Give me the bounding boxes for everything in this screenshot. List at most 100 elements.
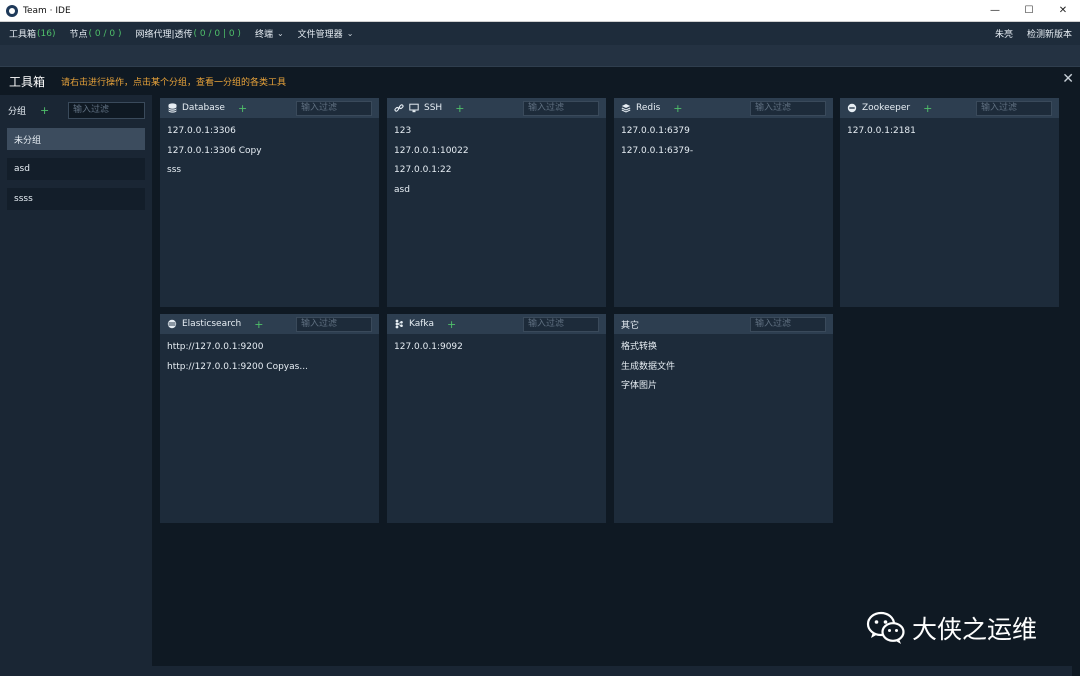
kafka-filter-input[interactable] — [523, 316, 599, 332]
redis-filter-input[interactable] — [750, 100, 826, 116]
list-item[interactable]: http://127.0.0.1:9200 Copyas... — [167, 361, 372, 381]
group-label: 分组 — [8, 106, 27, 117]
panel-title: Kafka — [409, 319, 434, 329]
watermark-text: 大侠之运维 — [912, 615, 1038, 644]
panel-database: Database + 127.0.0.1:3306 127.0.0.1:3306… — [160, 98, 379, 307]
menu-toolbox[interactable]: 工具箱 (16) — [9, 27, 56, 41]
panel-title: Zookeeper — [862, 103, 911, 113]
panel-header: SSH + — [387, 98, 606, 118]
list-item[interactable]: 生成数据文件 — [621, 361, 826, 381]
list-item[interactable]: 127.0.0.1:10022 — [394, 145, 599, 165]
add-kafka-button[interactable]: + — [447, 318, 456, 331]
add-zookeeper-button[interactable]: + — [923, 102, 932, 115]
window-titlebar: Team · IDE — ☐ ✕ — [0, 0, 1080, 22]
panel-kafka: Kafka + 127.0.0.1:9092 — [387, 314, 606, 523]
list-item[interactable]: 127.0.0.1:3306 — [167, 125, 372, 145]
menu-toolbox-label: 工具箱 — [9, 30, 37, 40]
panel-header: Database + — [160, 98, 379, 118]
list-item[interactable]: 127.0.0.1:9092 — [394, 341, 599, 361]
add-redis-button[interactable]: + — [673, 102, 682, 115]
list-item[interactable]: 127.0.0.1:22 — [394, 164, 599, 184]
list-item[interactable]: 123 — [394, 125, 599, 145]
database-filter-input[interactable] — [296, 100, 372, 116]
monitor-icon — [409, 103, 419, 113]
add-database-button[interactable]: + — [238, 102, 247, 115]
layers-icon — [621, 103, 631, 113]
add-elasticsearch-button[interactable]: + — [254, 318, 263, 331]
menu-nodes-count: ( 0 / 0 ) — [88, 28, 122, 39]
bottom-scrollbar[interactable] — [152, 666, 1072, 676]
kafka-icon — [394, 319, 404, 329]
list-item[interactable]: 字体图片 — [621, 380, 826, 400]
wechat-icon — [866, 611, 906, 645]
menu-terminal[interactable]: 终端 ⌄ — [255, 27, 284, 40]
check-update-button[interactable]: 检测新版本 — [1027, 27, 1072, 40]
menu-terminal-label: 终端 — [254, 30, 273, 40]
add-group-button[interactable]: + — [40, 104, 49, 117]
menu-nodes-label: 节点 — [69, 30, 88, 40]
menu-file-manager[interactable]: 文件管理器 ⌄ — [298, 27, 354, 40]
panel-other: 其它 格式转换 生成数据文件 字体图片 — [614, 314, 833, 523]
panel-title: Redis — [636, 103, 661, 113]
menu-nodes[interactable]: 节点 ( 0 / 0 ) — [69, 27, 122, 41]
toolbox-title: 工具箱 — [9, 74, 46, 89]
group-item-ssss[interactable]: ssss — [7, 188, 145, 210]
close-icon[interactable]: ✕ — [1062, 71, 1074, 87]
panel-header: Kafka + — [387, 314, 606, 334]
elasticsearch-icon — [167, 319, 177, 329]
elasticsearch-filter-input[interactable] — [296, 316, 372, 332]
menu-file-manager-label: 文件管理器 — [297, 30, 343, 40]
link-icon — [394, 103, 404, 113]
group-header: 分组 + — [7, 100, 145, 120]
kafka-list: 127.0.0.1:9092 — [387, 334, 606, 368]
list-item[interactable]: sss — [167, 164, 372, 184]
tab-strip — [0, 45, 1080, 67]
zookeeper-filter-input[interactable] — [976, 100, 1052, 116]
zookeeper-list: 127.0.0.1:2181 — [840, 118, 1059, 152]
add-ssh-button[interactable]: + — [455, 102, 464, 115]
list-item[interactable]: asd — [394, 184, 599, 204]
panel-header: Redis + — [614, 98, 833, 118]
menu-bar: 工具箱 (16) 节点 ( 0 / 0 ) 网络代理|透传 ( 0 / 0 | … — [0, 22, 1080, 45]
list-item[interactable]: http://127.0.0.1:9200 — [167, 341, 372, 361]
window-title: Team · IDE — [23, 5, 71, 16]
panel-header: Zookeeper + — [840, 98, 1059, 118]
elasticsearch-list: http://127.0.0.1:9200 http://127.0.0.1:9… — [160, 334, 379, 387]
panel-ssh: SSH + 123 127.0.0.1:10022 127.0.0.1:22 a… — [387, 98, 606, 307]
menubar-right: 朱亮 检测新版本 — [981, 27, 1080, 40]
panel-title: Elasticsearch — [182, 319, 242, 329]
menu-proxy-count: ( 0 / 0 | 0 ) — [193, 28, 241, 39]
close-window-button[interactable]: ✕ — [1046, 0, 1080, 22]
toolbox-header: 工具箱 请右击进行操作，点击某个分组，查看一分组的各类工具 ✕ — [0, 67, 1080, 95]
panel-title: Database — [182, 103, 225, 113]
list-item[interactable]: 格式转换 — [621, 341, 826, 361]
group-sidebar: 分组 + 未分组 asd ssss — [0, 95, 152, 676]
other-filter-input[interactable] — [750, 316, 826, 332]
panel-redis: Redis + 127.0.0.1:6379 127.0.0.1:6379- — [614, 98, 833, 307]
panel-title: 其它 — [621, 320, 640, 331]
list-item[interactable]: 127.0.0.1:3306 Copy — [167, 145, 372, 165]
group-filter-input[interactable] — [68, 101, 145, 119]
window-controls: — ☐ ✕ — [978, 0, 1080, 22]
group-item-ungrouped[interactable]: 未分组 — [7, 128, 145, 150]
watermark: 大侠之运维 — [866, 610, 1037, 646]
panel-elasticsearch: Elasticsearch + http://127.0.0.1:9200 ht… — [160, 314, 379, 523]
panel-header: Elasticsearch + — [160, 314, 379, 334]
database-list: 127.0.0.1:3306 127.0.0.1:3306 Copy sss — [160, 118, 379, 191]
panel-title: SSH — [424, 103, 443, 113]
ssh-filter-input[interactable] — [523, 100, 599, 116]
redis-list: 127.0.0.1:6379 127.0.0.1:6379- — [614, 118, 833, 171]
database-icon — [167, 103, 177, 113]
menu-proxy[interactable]: 网络代理|透传 ( 0 / 0 | 0 ) — [135, 27, 241, 41]
zookeeper-icon — [847, 103, 857, 113]
user-name[interactable]: 朱亮 — [995, 27, 1013, 40]
list-item[interactable]: 127.0.0.1:2181 — [847, 125, 1052, 145]
panel-header: 其它 — [614, 314, 833, 334]
ssh-list: 123 127.0.0.1:10022 127.0.0.1:22 asd — [387, 118, 606, 210]
list-item[interactable]: 127.0.0.1:6379 — [621, 125, 826, 145]
group-item-asd[interactable]: asd — [7, 158, 145, 180]
list-item[interactable]: 127.0.0.1:6379- — [621, 145, 826, 165]
maximize-button[interactable]: ☐ — [1012, 0, 1046, 22]
toolbox-hint: 请右击进行操作，点击某个分组，查看一分组的各类工具 — [61, 77, 287, 88]
minimize-button[interactable]: — — [978, 0, 1012, 22]
